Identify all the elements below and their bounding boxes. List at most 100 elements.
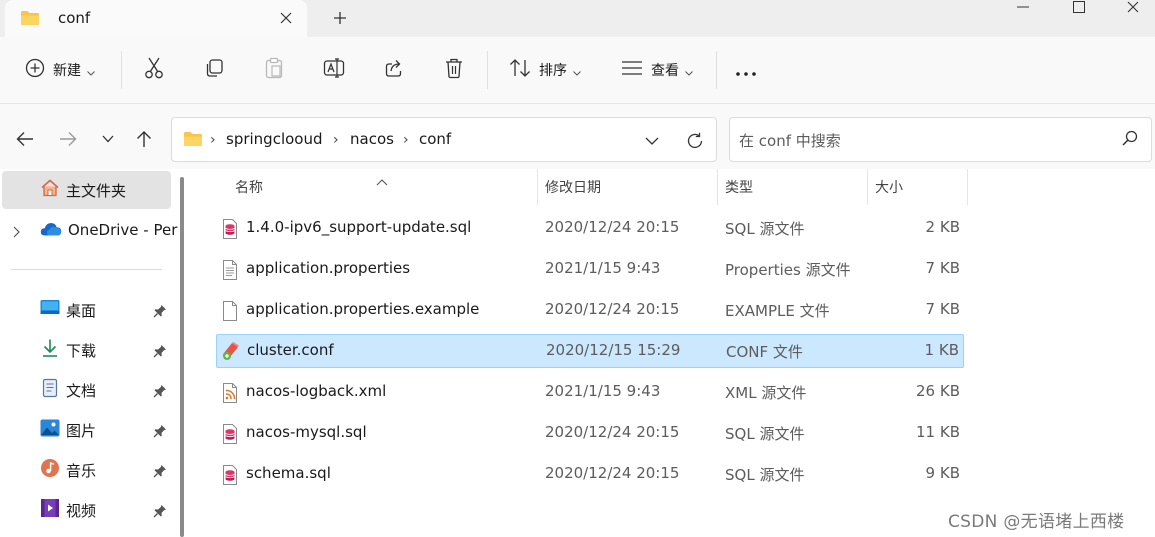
file-row[interactable]: nacos-logback.xml 2021/1/15 9:43 XML 源文件… <box>216 375 964 409</box>
toolbar-divider <box>487 51 488 89</box>
tab-conf[interactable]: conf <box>5 0 307 37</box>
sidebar-item-videos[interactable]: 视频 <box>40 492 96 528</box>
copy-icon <box>204 58 224 82</box>
view-button[interactable]: 查看 <box>612 52 702 88</box>
paste-icon <box>264 57 284 83</box>
column-divider[interactable] <box>967 169 968 205</box>
scrollbar-thumb[interactable] <box>180 177 184 537</box>
pin-icon[interactable] <box>153 503 167 522</box>
back-arrow-icon[interactable] <box>11 125 39 153</box>
file-type: CONF 文件 <box>726 343 803 361</box>
sort-label: 排序 <box>539 63 567 79</box>
up-arrow-icon[interactable] <box>130 125 158 153</box>
navigation-pane: 主文件夹 OneDrive - Per 桌面 下载 文档 图片 音乐 视频 <box>0 169 190 537</box>
new-tab-button[interactable] <box>326 6 354 30</box>
file-modified: 2020/12/24 20:15 <box>545 300 680 318</box>
paste-button[interactable] <box>256 52 292 88</box>
rename-button[interactable] <box>316 52 352 88</box>
command-bar: 新建 排序 查看 <box>0 37 1155 104</box>
file-row[interactable]: application.properties.example 2020/12/2… <box>216 293 964 327</box>
file-row[interactable]: schema.sql 2020/12/24 20:15 SQL 源文件 9 KB <box>216 457 964 491</box>
file-type: XML 源文件 <box>725 384 807 402</box>
breadcrumb-nacos[interactable]: nacos <box>350 130 394 148</box>
sidebar-item-label: OneDrive - Per <box>68 221 178 239</box>
pin-icon[interactable] <box>153 303 167 322</box>
file-type: SQL 源文件 <box>725 220 805 238</box>
maximize-icon[interactable] <box>1056 0 1102 14</box>
tab-title: conf <box>58 9 91 27</box>
file-type: SQL 源文件 <box>725 425 805 443</box>
column-divider[interactable] <box>867 169 868 205</box>
new-button[interactable]: 新建 <box>14 52 106 88</box>
refresh-icon[interactable] <box>682 129 708 153</box>
sidebar-item-onedrive[interactable]: OneDrive - Per <box>40 212 177 248</box>
address-bar[interactable]: › springclooud › nacos › conf <box>171 117 717 162</box>
column-header-name[interactable]: 名称 <box>235 169 535 205</box>
sidebar-item-pictures[interactable]: 图片 <box>40 412 96 448</box>
delete-button[interactable] <box>436 52 472 88</box>
more-options-button[interactable] <box>728 52 764 88</box>
video-icon <box>40 498 60 522</box>
blank-file-icon <box>222 301 238 325</box>
xml-file-icon <box>222 383 238 407</box>
file-name: application.properties.example <box>246 300 480 318</box>
sidebar-item-desktop[interactable]: 桌面 <box>40 292 96 328</box>
close-tab-icon[interactable] <box>273 6 299 30</box>
new-label: 新建 <box>53 63 81 79</box>
file-row[interactable]: 1.4.0-ipv6_support-update.sql 2020/12/24… <box>216 211 964 245</box>
sidebar-item-home-content[interactable]: 主文件夹 <box>40 172 126 208</box>
recent-locations-chevron-icon[interactable] <box>94 125 122 153</box>
pin-icon[interactable] <box>153 463 167 482</box>
file-size: 9 KB <box>925 464 960 482</box>
column-header-modified[interactable]: 修改日期 <box>545 169 715 205</box>
pin-icon[interactable] <box>153 383 167 402</box>
pin-icon[interactable] <box>153 343 167 362</box>
file-row[interactable]: application.properties 2021/1/15 9:43 Pr… <box>216 252 964 286</box>
file-row-selected[interactable]: cluster.conf 2020/12/15 15:29 CONF 文件 1 … <box>216 334 964 368</box>
column-divider[interactable] <box>717 169 718 205</box>
file-type: SQL 源文件 <box>725 466 805 484</box>
file-size: 1 KB <box>924 341 959 359</box>
file-modified: 2020/12/24 20:15 <box>545 218 680 236</box>
file-name: nacos-logback.xml <box>246 382 387 400</box>
toolbar-divider <box>121 51 122 89</box>
breadcrumb-conf[interactable]: conf <box>419 130 451 148</box>
breadcrumb-separator[interactable]: › <box>333 132 339 148</box>
copy-button[interactable] <box>196 52 232 88</box>
file-name: 1.4.0-ipv6_support-update.sql <box>246 218 472 236</box>
file-modified: 2020/12/15 15:29 <box>546 341 681 359</box>
cut-button[interactable] <box>136 52 172 88</box>
column-header-type[interactable]: 类型 <box>725 169 865 205</box>
desktop-icon <box>40 299 60 321</box>
column-divider[interactable] <box>537 169 538 205</box>
share-button[interactable] <box>376 52 412 88</box>
chevron-right-icon[interactable] <box>13 223 20 242</box>
cloud-icon <box>40 221 62 240</box>
chevron-down-icon[interactable] <box>640 130 664 152</box>
breadcrumb-separator[interactable]: › <box>210 132 216 148</box>
search-icon[interactable] <box>1122 130 1138 150</box>
sidebar-item-music[interactable]: 音乐 <box>40 452 96 488</box>
pin-icon[interactable] <box>153 423 167 442</box>
sidebar-item-label: 下载 <box>66 341 97 360</box>
search-box[interactable]: 在 conf 中搜索 <box>729 117 1152 162</box>
file-type: Properties 源文件 <box>725 261 851 279</box>
sort-icon <box>509 58 531 82</box>
sidebar-item-downloads[interactable]: 下载 <box>40 332 96 368</box>
breadcrumb-springclooud[interactable]: springclooud <box>226 130 323 148</box>
sidebar-item-documents[interactable]: 文档 <box>40 372 96 408</box>
sidebar-scrollbar[interactable] <box>178 177 186 537</box>
column-header-size[interactable]: 大小 <box>875 169 965 205</box>
file-size: 26 KB <box>916 382 960 400</box>
file-row[interactable]: nacos-mysql.sql 2020/12/24 20:15 SQL 源文件… <box>216 416 964 450</box>
minimize-icon[interactable] <box>1000 0 1046 14</box>
folder-icon <box>20 10 40 30</box>
navigation-bar: › springclooud › nacos › conf 在 conf 中搜索 <box>0 104 1155 169</box>
sort-button[interactable]: 排序 <box>500 52 590 88</box>
forward-arrow-icon[interactable] <box>54 125 82 153</box>
delete-icon <box>444 57 464 83</box>
close-window-icon[interactable] <box>1110 0 1155 14</box>
more-icon <box>735 61 757 80</box>
document-icon <box>40 378 60 402</box>
breadcrumb-separator[interactable]: › <box>403 132 409 148</box>
